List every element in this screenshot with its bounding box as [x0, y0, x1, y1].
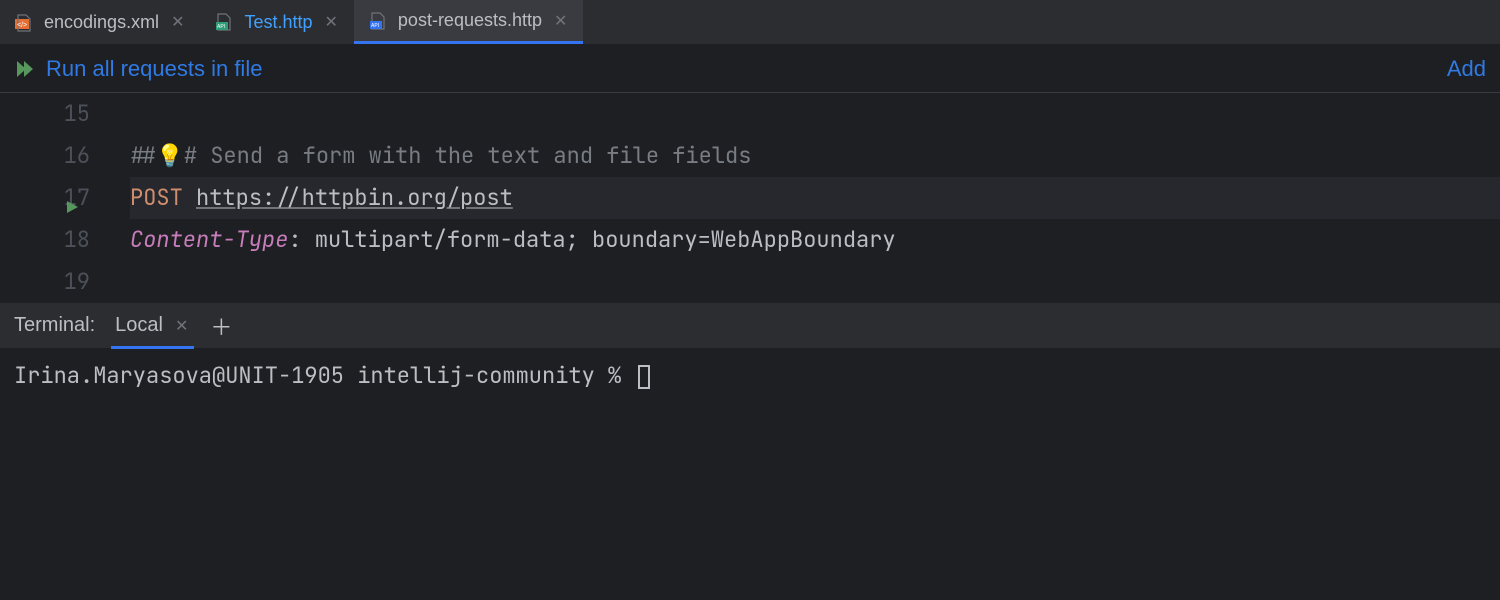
- terminal-panel: Terminal: Local ✕ ＋ Irina.Maryasova@UNIT…: [0, 303, 1500, 599]
- code-area[interactable]: ##💡# Send a form with the text and file …: [100, 93, 1500, 303]
- close-icon[interactable]: ✕: [173, 316, 190, 336]
- code-line-18: Content-Type: multipart/form-data; bound…: [130, 219, 1500, 261]
- line-number: 19: [0, 261, 90, 303]
- close-icon[interactable]: ✕: [323, 12, 340, 32]
- run-all-button[interactable]: Run all requests in file: [14, 56, 262, 82]
- tabs-bar: </> encodings.xml ✕ API Test.http ✕ API …: [0, 0, 1500, 45]
- comment-prefix: ##: [130, 135, 156, 177]
- action-bar: Run all requests in file Add: [0, 45, 1500, 93]
- svg-text:API: API: [217, 24, 225, 30]
- tab-label: Test.http: [244, 12, 312, 33]
- http-method: POST: [130, 177, 183, 219]
- code-line-15: [130, 93, 1500, 135]
- tab-label: post-requests.http: [398, 10, 542, 31]
- code-line-17: POST https://httpbin.org/post: [130, 177, 1500, 219]
- line-number: 16: [0, 135, 90, 177]
- comment-text: # Send a form with the text and file fie…: [184, 135, 752, 177]
- run-gutter-icon[interactable]: [62, 187, 80, 205]
- tab-post-requests-http[interactable]: API post-requests.http ✕: [354, 0, 584, 44]
- lightbulb-icon[interactable]: 💡: [156, 135, 183, 177]
- xml-file-icon: </>: [14, 12, 34, 32]
- header-name: Content-Type: [130, 219, 288, 261]
- add-button[interactable]: Add: [1447, 56, 1486, 82]
- code-line-16: ##💡# Send a form with the text and file …: [130, 135, 1500, 177]
- new-terminal-button[interactable]: ＋: [210, 310, 232, 342]
- close-icon[interactable]: ✕: [169, 12, 186, 32]
- terminal-tab-local[interactable]: Local ✕: [115, 314, 190, 337]
- run-all-icon: [14, 58, 36, 80]
- tab-test-http[interactable]: API Test.http ✕: [200, 0, 353, 44]
- run-all-label: Run all requests in file: [46, 56, 262, 82]
- code-line-19: [130, 261, 1500, 303]
- terminal-body[interactable]: Irina.Maryasova@UNIT-1905 intellij-commu…: [0, 349, 1500, 599]
- terminal-tab-label: Local: [115, 314, 163, 337]
- editor[interactable]: 15 16 17 18 19 ##💡# Send a form with the…: [0, 93, 1500, 303]
- tab-label: encodings.xml: [44, 12, 159, 33]
- header-value: multipart/form-data; boundary=WebAppBoun…: [315, 219, 896, 261]
- terminal-cursor: [638, 365, 650, 389]
- line-number: 15: [0, 93, 90, 135]
- close-icon[interactable]: ✕: [552, 11, 569, 31]
- http-file-icon: API: [368, 11, 388, 31]
- terminal-prompt: Irina.Maryasova@UNIT-1905 intellij-commu…: [14, 361, 634, 390]
- http-url[interactable]: https://httpbin.org/post: [196, 177, 513, 219]
- svg-text:API: API: [371, 23, 379, 29]
- line-number: 17: [0, 177, 90, 219]
- http-file-icon: API: [214, 12, 234, 32]
- line-number: 18: [0, 219, 90, 261]
- tab-encodings-xml[interactable]: </> encodings.xml ✕: [0, 0, 200, 44]
- svg-text:</>: </>: [17, 22, 27, 29]
- gutter: 15 16 17 18 19: [0, 93, 100, 303]
- terminal-tabs-bar: Terminal: Local ✕ ＋: [0, 303, 1500, 349]
- header-sep: :: [288, 219, 314, 261]
- terminal-title: Terminal:: [14, 314, 95, 337]
